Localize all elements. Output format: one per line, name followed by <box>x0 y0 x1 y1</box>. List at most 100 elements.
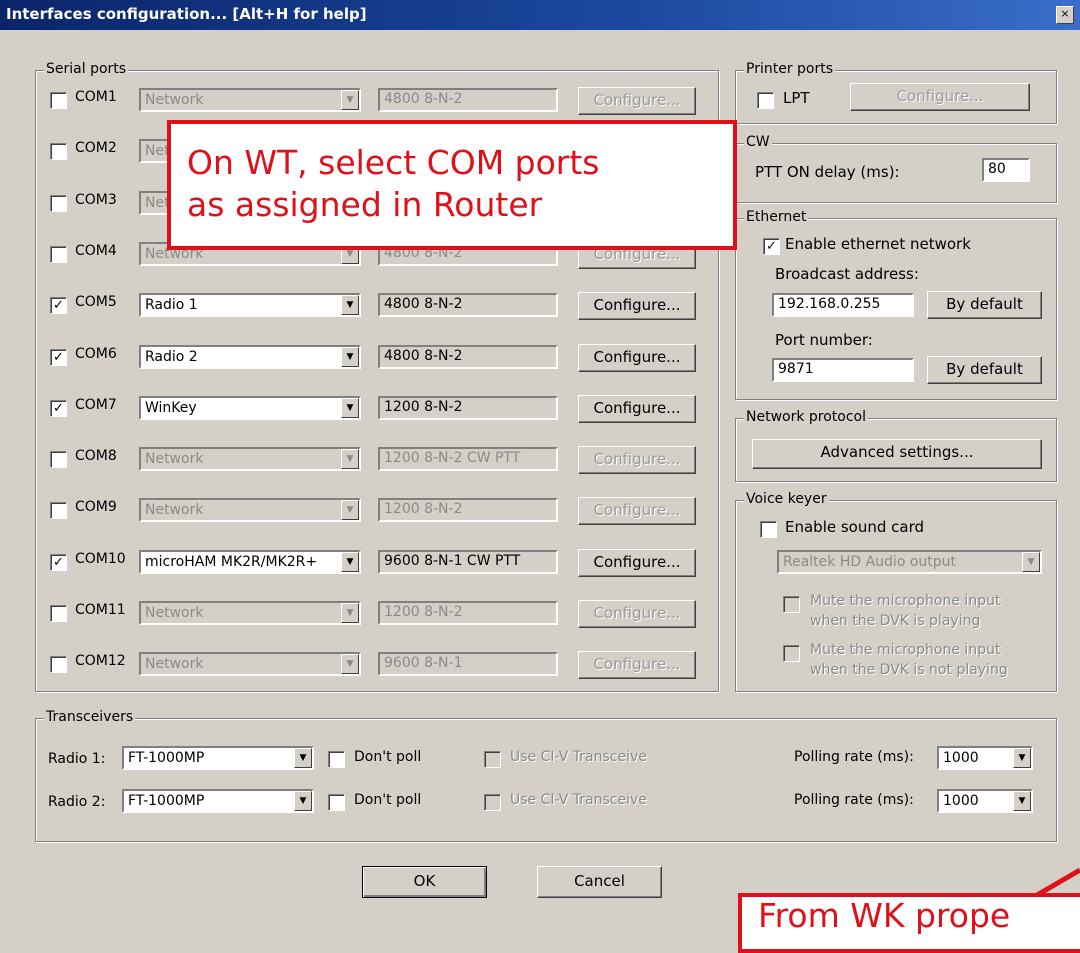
com-configure-button[interactable]: Configure... <box>578 651 696 679</box>
com-device-select[interactable]: Network ▼ <box>139 88 361 112</box>
com-port-label: COM9 <box>75 499 117 515</box>
transceivers-label: Transceivers <box>44 709 136 725</box>
com-port-label: COM1 <box>75 89 117 105</box>
mute-not-playing-label-2: when the DVK is not playing <box>810 662 1008 678</box>
com-port-label: COM3 <box>75 192 117 208</box>
com-checkbox[interactable]: ✓ <box>50 400 67 417</box>
enable-sound-card-checkbox[interactable] <box>760 521 777 538</box>
com-configure-button[interactable]: Configure... <box>578 497 696 525</box>
com-params-field: 4800 8-N-2 <box>378 345 558 369</box>
com-checkbox[interactable] <box>50 246 67 263</box>
com-device-value: Radio 2 <box>145 349 198 365</box>
broadcast-default-button[interactable]: By default <box>927 291 1042 319</box>
com-configure-button[interactable]: Configure... <box>578 395 696 423</box>
chevron-down-icon[interactable]: ▼ <box>294 748 312 768</box>
chevron-down-icon[interactable]: ▼ <box>341 552 359 572</box>
com-device-select[interactable]: Network ▼ <box>139 601 361 625</box>
chevron-down-icon[interactable]: ▼ <box>341 500 359 520</box>
annotation-line-2: as assigned in Router <box>187 185 543 224</box>
polling-rate-select[interactable]: 1000 ▼ <box>937 746 1033 770</box>
com-device-select[interactable]: Network ▼ <box>139 652 361 676</box>
com-configure-button[interactable]: Configure... <box>578 87 696 115</box>
radio-model-select[interactable]: FT-1000MP ▼ <box>122 746 314 770</box>
com-device-select[interactable]: microHAM MK2R/MK2R+ ▼ <box>139 550 361 574</box>
sound-device-select[interactable]: Realtek HD Audio output ▼ <box>777 550 1042 574</box>
annotation-corner-text: From WK prope <box>758 896 1011 935</box>
com-device-select[interactable]: Radio 2 ▼ <box>139 345 361 369</box>
com-port-label: COM8 <box>75 448 117 464</box>
port-number-input[interactable]: 9871 <box>772 358 914 382</box>
radio-label: Radio 1: <box>48 751 106 767</box>
com-checkbox[interactable] <box>50 92 67 109</box>
use-civ-checkbox[interactable] <box>484 794 501 811</box>
mute-playing-checkbox[interactable] <box>783 596 800 613</box>
printer-ports-label: Printer ports <box>744 61 836 77</box>
dont-poll-checkbox[interactable] <box>328 794 345 811</box>
lpt-checkbox[interactable] <box>757 92 774 109</box>
com-device-select[interactable]: Radio 1 ▼ <box>139 293 361 317</box>
com-port-label: COM7 <box>75 397 117 413</box>
com-checkbox[interactable] <box>50 656 67 673</box>
cancel-button[interactable]: Cancel <box>537 866 662 898</box>
com-params-field: 4800 8-N-2 <box>378 88 558 112</box>
com-params-field: 1200 8-N-2 <box>378 396 558 420</box>
com-port-label: COM11 <box>75 602 126 618</box>
com-checkbox[interactable] <box>50 195 67 212</box>
radio-model-value: FT-1000MP <box>128 750 205 766</box>
broadcast-address-input[interactable]: 192.168.0.255 <box>772 293 914 317</box>
chevron-down-icon[interactable]: ▼ <box>341 654 359 674</box>
chevron-down-icon[interactable]: ▼ <box>341 295 359 315</box>
com-checkbox[interactable]: ✓ <box>50 349 67 366</box>
lpt-label: LPT <box>783 89 810 107</box>
ok-button[interactable]: OK <box>362 866 487 898</box>
chevron-down-icon[interactable]: ▼ <box>341 398 359 418</box>
annotation-corner: From WK prope <box>738 893 1080 953</box>
com-device-value: Radio 1 <box>145 297 198 313</box>
port-number-label: Port number: <box>775 331 873 349</box>
port-default-button[interactable]: By default <box>927 356 1042 384</box>
ptt-delay-input[interactable]: 80 <box>982 158 1030 182</box>
com-params-field: 1200 8-N-2 CW PTT <box>378 447 558 471</box>
radio-model-select[interactable]: FT-1000MP ▼ <box>122 789 314 813</box>
com-configure-button[interactable]: Configure... <box>578 600 696 628</box>
mute-not-playing-checkbox[interactable] <box>783 645 800 662</box>
com-device-value: microHAM MK2R/MK2R+ <box>145 554 318 570</box>
com-device-select[interactable]: WinKey ▼ <box>139 396 361 420</box>
com-checkbox[interactable]: ✓ <box>50 297 67 314</box>
com-checkbox[interactable] <box>50 143 67 160</box>
transceivers-group: Transceivers <box>35 709 1057 842</box>
enable-ethernet-checkbox[interactable]: ✓ <box>763 238 780 255</box>
polling-rate-select[interactable]: 1000 ▼ <box>937 789 1033 813</box>
com-params-field: 9600 8-N-1 <box>378 652 558 676</box>
com-device-value: Network <box>145 605 204 621</box>
com-device-select[interactable]: Network ▼ <box>139 447 361 471</box>
cw-label: CW <box>744 134 772 150</box>
com-checkbox[interactable] <box>50 605 67 622</box>
com-params-field: 1200 8-N-2 <box>378 498 558 522</box>
com-checkbox[interactable] <box>50 502 67 519</box>
close-icon[interactable]: × <box>1056 6 1074 24</box>
use-civ-label: Use CI-V Transceive <box>510 749 647 765</box>
chevron-down-icon[interactable]: ▼ <box>1013 791 1031 811</box>
com-checkbox[interactable] <box>50 451 67 468</box>
chevron-down-icon[interactable]: ▼ <box>341 449 359 469</box>
chevron-down-icon[interactable]: ▼ <box>341 347 359 367</box>
use-civ-checkbox[interactable] <box>484 751 501 768</box>
chevron-down-icon[interactable]: ▼ <box>341 90 359 110</box>
advanced-settings-button[interactable]: Advanced settings... <box>752 439 1042 469</box>
com-configure-button[interactable]: Configure... <box>578 344 696 372</box>
voice-keyer-label: Voice keyer <box>744 491 829 507</box>
com-configure-button[interactable]: Configure... <box>578 549 696 577</box>
chevron-down-icon[interactable]: ▼ <box>1022 552 1040 572</box>
dont-poll-checkbox[interactable] <box>328 751 345 768</box>
com-checkbox[interactable]: ✓ <box>50 554 67 571</box>
chevron-down-icon[interactable]: ▼ <box>294 791 312 811</box>
com-configure-button[interactable]: Configure... <box>578 292 696 320</box>
com-configure-button[interactable]: Configure... <box>578 446 696 474</box>
com-device-select[interactable]: Network ▼ <box>139 498 361 522</box>
lpt-configure-button[interactable]: Configure... <box>850 83 1030 111</box>
mute-playing-label-2: when the DVK is playing <box>810 613 981 629</box>
chevron-down-icon[interactable]: ▼ <box>1013 748 1031 768</box>
chevron-down-icon[interactable]: ▼ <box>341 603 359 623</box>
title-bar[interactable]: Interfaces configuration... [Alt+H for h… <box>0 0 1080 30</box>
